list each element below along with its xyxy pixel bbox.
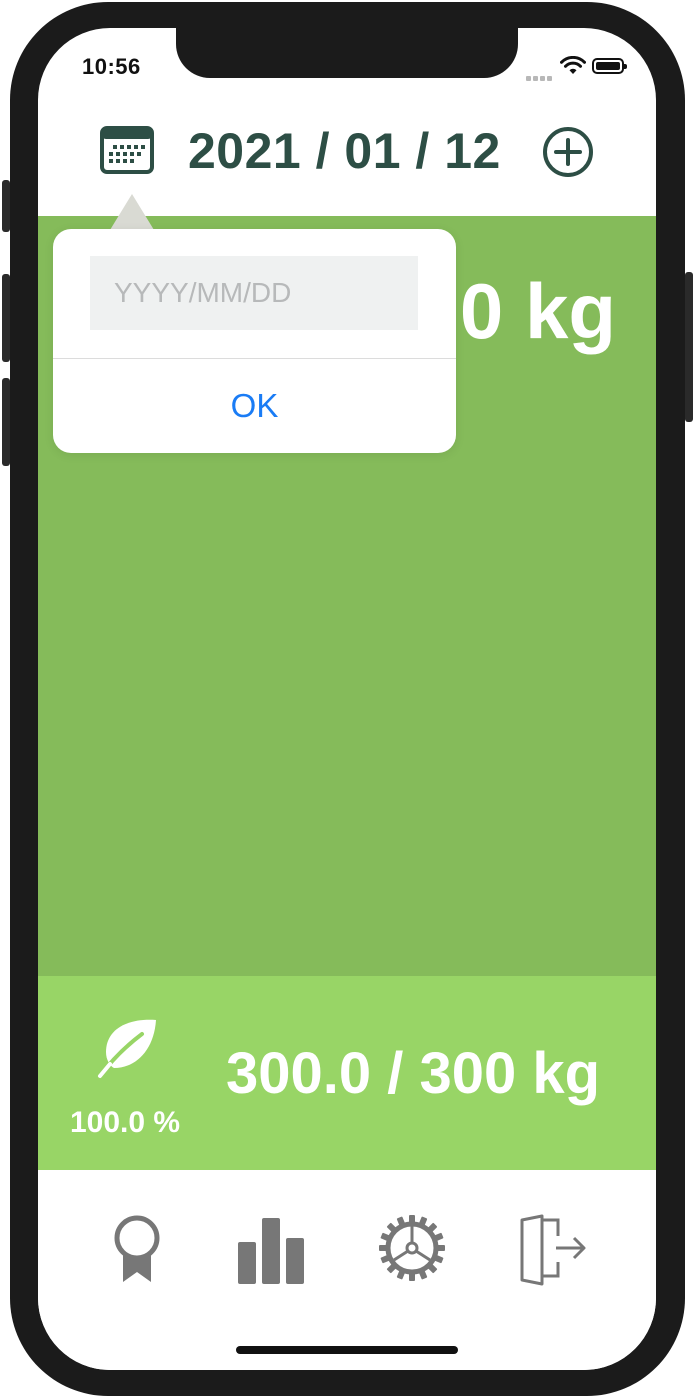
award-ribbon-icon[interactable]: [110, 1214, 164, 1284]
plus-circle-icon[interactable]: [542, 126, 594, 178]
logout-door-icon[interactable]: [518, 1214, 590, 1286]
tab-bar: [38, 1170, 656, 1370]
mute-switch: [2, 180, 10, 232]
battery-icon: [592, 58, 627, 74]
calendar-icon[interactable]: [100, 124, 154, 174]
screen: 10:56 2021 / 01 / 12 0 kg YYYY/MM/DD OK …: [38, 28, 656, 1370]
date-input[interactable]: [90, 256, 418, 330]
date-title: 2021 / 01 / 12: [188, 123, 501, 179]
total-weight: 300.0 / 300 kg: [226, 1041, 601, 1106]
home-indicator: [236, 1346, 458, 1354]
status-time: 10:56: [82, 54, 141, 79]
gear-icon[interactable]: [378, 1214, 446, 1282]
summary-band: 100.0 % 300.0 / 300 kg: [38, 976, 656, 1170]
power-button: [685, 272, 693, 422]
daily-weight-value: 0 kg: [459, 267, 616, 355]
notch: [176, 28, 518, 78]
volume-up-button: [2, 274, 10, 362]
cellular-signal-icon: [526, 68, 554, 81]
ok-button[interactable]: OK: [53, 359, 456, 453]
popover-arrow: [110, 194, 154, 230]
bar-chart-icon[interactable]: [236, 1214, 306, 1284]
progress-percent: 100.0 %: [69, 1106, 181, 1139]
leaf-icon: [98, 1019, 156, 1078]
volume-down-button: [2, 378, 10, 466]
wifi-icon: [560, 56, 586, 74]
date-picker-popover: OK: [53, 229, 456, 453]
